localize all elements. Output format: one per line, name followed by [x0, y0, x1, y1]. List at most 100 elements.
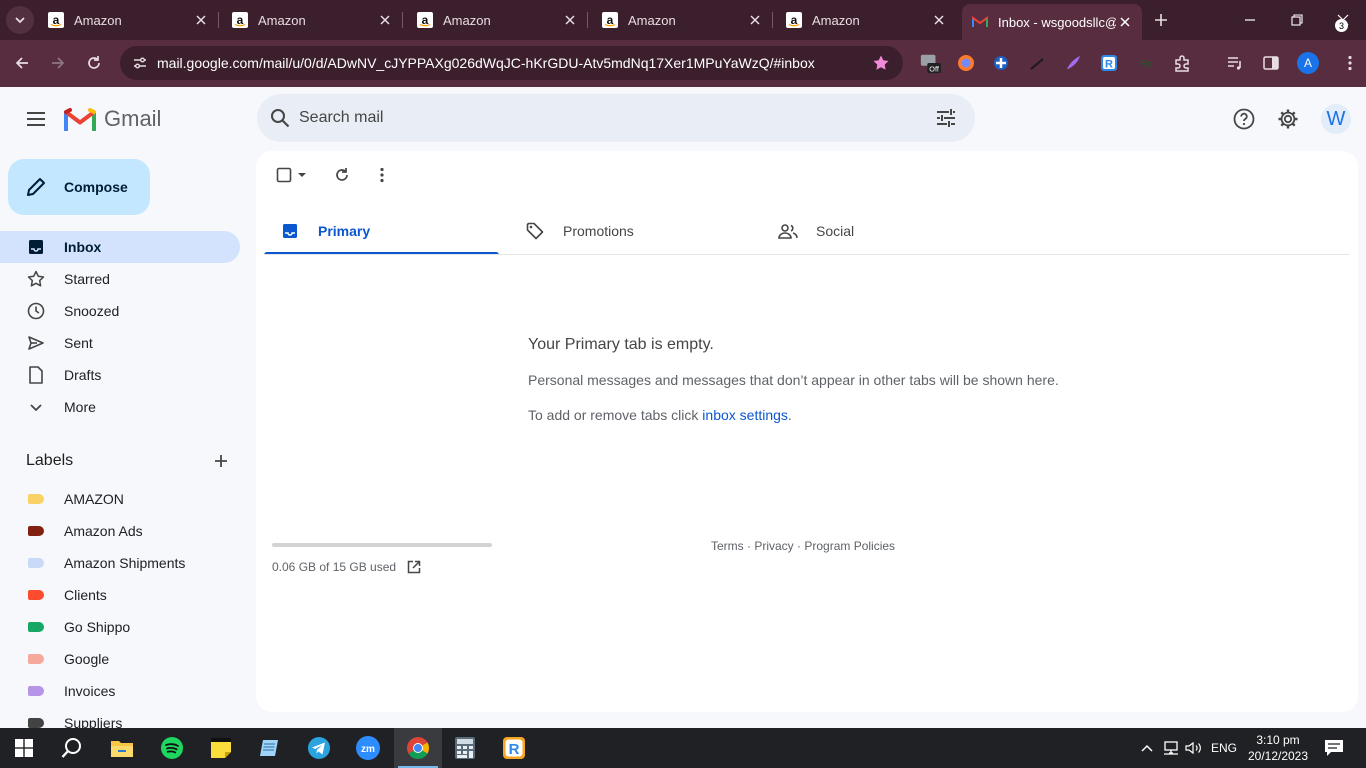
compose-button[interactable]: Compose [8, 159, 150, 215]
volume-icon[interactable] [1183, 728, 1205, 768]
extension-pen-icon[interactable] [1026, 52, 1048, 74]
taskbar-spotify[interactable] [148, 728, 196, 768]
taskbar-file-explorer[interactable] [98, 728, 146, 768]
chevron-down-icon [15, 17, 25, 24]
storage-usage-text[interactable]: 0.06 GB of 15 GB used [272, 560, 396, 574]
browser-profile-avatar[interactable]: A [1297, 52, 1319, 74]
close-icon[interactable] [561, 11, 579, 29]
spotify-icon [161, 737, 183, 759]
taskbar-search-button[interactable] [48, 728, 96, 768]
action-center-button[interactable] [1322, 736, 1346, 760]
privacy-link[interactable]: Privacy [754, 539, 793, 553]
extension-gamepad-icon[interactable] [990, 52, 1012, 74]
browser-tab[interactable]: a Amazon [38, 4, 219, 36]
settings-gear-icon[interactable] [1275, 106, 1301, 132]
site-settings-icon[interactable] [128, 51, 152, 75]
extension-off-icon[interactable]: Off [919, 52, 941, 74]
search-icon[interactable] [267, 105, 293, 131]
show-hidden-icons-button[interactable] [1136, 728, 1158, 768]
select-dropdown-button[interactable] [291, 164, 313, 186]
inbox-icon [26, 237, 46, 257]
forward-button[interactable] [46, 51, 70, 75]
sidebar-item-inbox[interactable]: Inbox [0, 231, 240, 263]
media-controls-icon[interactable] [1224, 52, 1246, 74]
taskbar-sticky-notes[interactable] [197, 728, 245, 768]
file-explorer-icon [111, 741, 133, 757]
label-item-go-shippo[interactable]: Go Shippo [0, 611, 240, 643]
label-item-clients[interactable]: Clients [0, 579, 240, 611]
browser-tab[interactable]: a Amazon [776, 4, 956, 36]
more-options-button[interactable] [371, 164, 393, 186]
tab-label: Primary [318, 223, 371, 239]
sidebar-item-drafts[interactable]: Drafts [0, 359, 240, 391]
browser-tab[interactable]: a Amazon [407, 4, 588, 36]
search-options-icon[interactable] [933, 105, 959, 131]
url-text: mail.google.com/mail/u/0/d/ADwNV_cJYPPAX… [157, 55, 815, 71]
refresh-button[interactable] [331, 164, 353, 186]
main-menu-button[interactable] [20, 103, 52, 135]
start-button[interactable] [0, 728, 48, 768]
notification-icon [1325, 740, 1343, 756]
sidebar-item-starred[interactable]: Starred [0, 263, 240, 295]
browser-tab[interactable]: a Amazon [222, 4, 403, 36]
browser-tab[interactable]: a Amazon [592, 4, 773, 36]
create-label-button[interactable] [210, 450, 232, 472]
sidebar-item-snoozed[interactable]: Snoozed [0, 295, 240, 327]
inbox-settings-link[interactable]: inbox settings [702, 407, 788, 423]
sidebar-item-sent[interactable]: Sent [0, 327, 240, 359]
extensions-puzzle-icon[interactable] [1171, 52, 1193, 74]
label-item-google[interactable]: Google [0, 643, 240, 675]
open-external-icon[interactable] [406, 559, 422, 575]
side-panel-icon[interactable] [1260, 52, 1282, 74]
restore-button[interactable] [1285, 8, 1309, 32]
taskbar-zoom[interactable]: zm [344, 728, 392, 768]
program-policies-link[interactable]: Program Policies [804, 539, 895, 553]
back-button[interactable] [10, 51, 34, 75]
close-icon[interactable] [1116, 13, 1134, 31]
label-item-amazon[interactable]: AMAZON [0, 483, 240, 515]
account-avatar[interactable]: W [1321, 104, 1351, 134]
taskbar-telegram[interactable] [295, 728, 343, 768]
terms-link[interactable]: Terms [711, 539, 744, 553]
minimize-button[interactable] [1238, 8, 1262, 32]
extension-feather-icon[interactable] [1062, 52, 1084, 74]
help-icon[interactable] [1231, 106, 1257, 132]
address-bar[interactable]: mail.google.com/mail/u/0/d/ADwNV_cJYPPAX… [120, 46, 903, 80]
checkbox-icon [276, 167, 292, 183]
taskbar-chrome[interactable] [394, 728, 442, 768]
close-icon[interactable] [192, 11, 210, 29]
browser-tab-active[interactable]: Inbox - wsgoodsllc@ [962, 4, 1142, 40]
gmail-logo[interactable]: Gmail [64, 106, 161, 132]
bookmark-star-icon[interactable] [869, 51, 893, 75]
close-icon[interactable] [746, 11, 764, 29]
tab-social[interactable]: Social [762, 207, 1002, 255]
taskbar-r-app[interactable]: R [490, 728, 538, 768]
restore-icon [1291, 14, 1303, 26]
label-item-amazon-ads[interactable]: Amazon Ads [0, 515, 240, 547]
windows-start-icon [15, 739, 33, 757]
tab-promotions[interactable]: Promotions [509, 207, 749, 255]
tab-primary[interactable]: Primary [264, 207, 499, 255]
extension-r-icon[interactable]: R [1098, 52, 1120, 74]
amazon-icon: a [232, 12, 248, 28]
label-item-amazon-shipments[interactable]: Amazon Shipments [0, 547, 240, 579]
search-input[interactable] [299, 109, 933, 127]
sidebar-item-more[interactable]: More [0, 391, 240, 423]
extension-firefox-icon[interactable] [955, 52, 977, 74]
reload-button[interactable] [82, 51, 106, 75]
label-name: Clients [64, 587, 107, 603]
chevron-down-icon [26, 397, 46, 417]
taskbar-clock[interactable]: 3:10 pm 20/12/2023 [1232, 732, 1324, 764]
tab-search-button[interactable] [6, 6, 34, 34]
close-icon[interactable] [376, 11, 394, 29]
taskbar-notepad[interactable] [246, 728, 294, 768]
network-icon[interactable] [1160, 728, 1182, 768]
kebab-menu-icon[interactable] [1339, 52, 1361, 74]
new-tab-button[interactable] [1150, 9, 1172, 31]
taskbar-calculator[interactable] [441, 728, 489, 768]
extension-rs-icon[interactable]: Rs [1135, 52, 1157, 74]
sidebar-item-label: Inbox [64, 239, 102, 255]
app-r-icon: R [503, 737, 525, 759]
label-item-invoices[interactable]: Invoices [0, 675, 240, 707]
close-icon[interactable] [930, 11, 948, 29]
